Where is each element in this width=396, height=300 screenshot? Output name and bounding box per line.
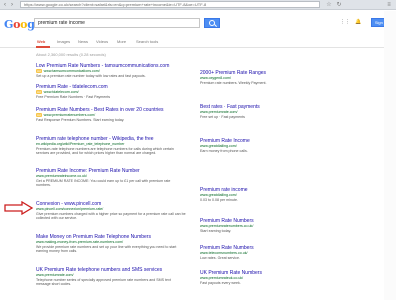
result-snippet: Set up a premium rate number today with … xyxy=(36,73,146,78)
menu-icon[interactable]: ≡ xyxy=(386,2,392,8)
ad-snippet: Earn money from phone calls. xyxy=(200,148,248,153)
ad-snippet: Low rates. Great service. xyxy=(200,255,240,260)
address-bar[interactable]: https://www.google.co.uk/search?client=s… xyxy=(20,1,320,8)
ad-badge: Ad xyxy=(36,69,42,73)
forward-icon[interactable]: › xyxy=(9,2,15,8)
ad-snippet: 0.03 to 0.08 per minute. xyxy=(200,197,238,202)
star-icon[interactable]: ☆ xyxy=(326,2,332,8)
ad-snippet: Start earning today. xyxy=(200,228,232,233)
result-url: www.tdatelecom.com/ xyxy=(43,90,79,94)
result-snippet: We provide premium rate numbers and set … xyxy=(36,244,177,254)
ad-badge: Ad xyxy=(36,90,42,94)
page-margin xyxy=(384,11,396,300)
search-result: Premium Rate - tdatelecom.com Ad www.tdat… xyxy=(36,84,186,99)
notifications-icon[interactable]: 🔔 xyxy=(355,19,361,25)
side-ad: Premium Rate Income www.greatdialling.co… xyxy=(200,138,280,153)
tab-videos[interactable]: Videos xyxy=(96,39,108,44)
reload-icon[interactable]: ↻ xyxy=(336,2,342,8)
search-result: UK Premium Rate telephone numbers and SM… xyxy=(36,267,186,287)
side-ad: Premium Rate Numbers www.telecomsnumbers… xyxy=(200,245,280,260)
result-snippet: Get a PREMIUM RATE INCOME: You could ear… xyxy=(36,178,171,188)
browser-window: ‹ › https://www.google.co.uk/search?clie… xyxy=(0,0,396,300)
side-ad: Premium Rate Numbers www.premiumratenumb… xyxy=(200,218,280,233)
search-result-highlighted: Connexion - www.pincell.com www.pincell.… xyxy=(36,201,186,221)
result-snippet: Free Premium Rate Numbers · Fast Payment… xyxy=(36,94,111,99)
result-snippet: Fast Response Premium Numbers. Start ear… xyxy=(36,117,125,122)
search-tabs: Web Images News Videos More Search tools xyxy=(0,36,396,48)
tab-news[interactable]: News xyxy=(78,39,88,44)
search-result: Premium Rate Income: Premium Rate Number… xyxy=(36,168,186,188)
search-result: Low Premium Rate Numbers - tamsumcommuni… xyxy=(36,63,186,78)
search-result: Premium Rate Numbers - Best Rates in ove… xyxy=(36,107,186,122)
ad-snippet: Premium rate numbers. Weekly Payment. xyxy=(200,80,267,85)
ad-snippet: Fast payouts every week. xyxy=(200,280,241,285)
apps-icon[interactable]: ⋮⋮ xyxy=(340,19,350,25)
back-icon[interactable]: ‹ xyxy=(2,2,8,8)
ad-snippet: Free set up · Fast payments xyxy=(200,114,245,119)
result-snippet: Telephone number series of specially app… xyxy=(36,277,171,287)
red-arrow-annotation xyxy=(4,201,34,215)
tab-web[interactable]: Web xyxy=(37,39,45,44)
result-stats: About 2,360,000 results (0.28 seconds) xyxy=(36,52,106,57)
result-url: www.premiumratenumbers.com/ xyxy=(43,113,96,117)
ad-badge: Ad xyxy=(36,113,42,117)
side-ad: 2000+ Premium Rate Ranges www.oxygen8.co… xyxy=(200,70,280,85)
tab-images[interactable]: Images xyxy=(57,39,70,44)
result-snippet: Give premium numbers charged with a high… xyxy=(36,211,186,221)
tab-search-tools[interactable]: Search tools xyxy=(136,39,158,44)
browser-toolbar: ‹ › https://www.google.co.uk/search?clie… xyxy=(0,0,396,10)
search-button[interactable] xyxy=(204,18,220,28)
result-snippet: Premium-rate telephone numbers are telep… xyxy=(36,146,174,156)
side-ad: UK Premium Rate Numbers www.premiumrateu… xyxy=(200,270,280,285)
side-ad: Premium rate income www.greatdialling.co… xyxy=(200,187,280,202)
search-result: Premium rate telephone number - Wikipedi… xyxy=(36,136,186,156)
result-url: www.tamsumcommunications.com/ xyxy=(43,69,100,73)
side-ad: Best rates · Fast payments www.premiumra… xyxy=(200,104,280,119)
search-input[interactable]: premium rate income xyxy=(34,18,200,28)
search-result: Make Money on Premium Rate Telephone Num… xyxy=(36,234,186,254)
tab-more[interactable]: More xyxy=(117,39,126,44)
active-tab-indicator xyxy=(36,46,50,48)
